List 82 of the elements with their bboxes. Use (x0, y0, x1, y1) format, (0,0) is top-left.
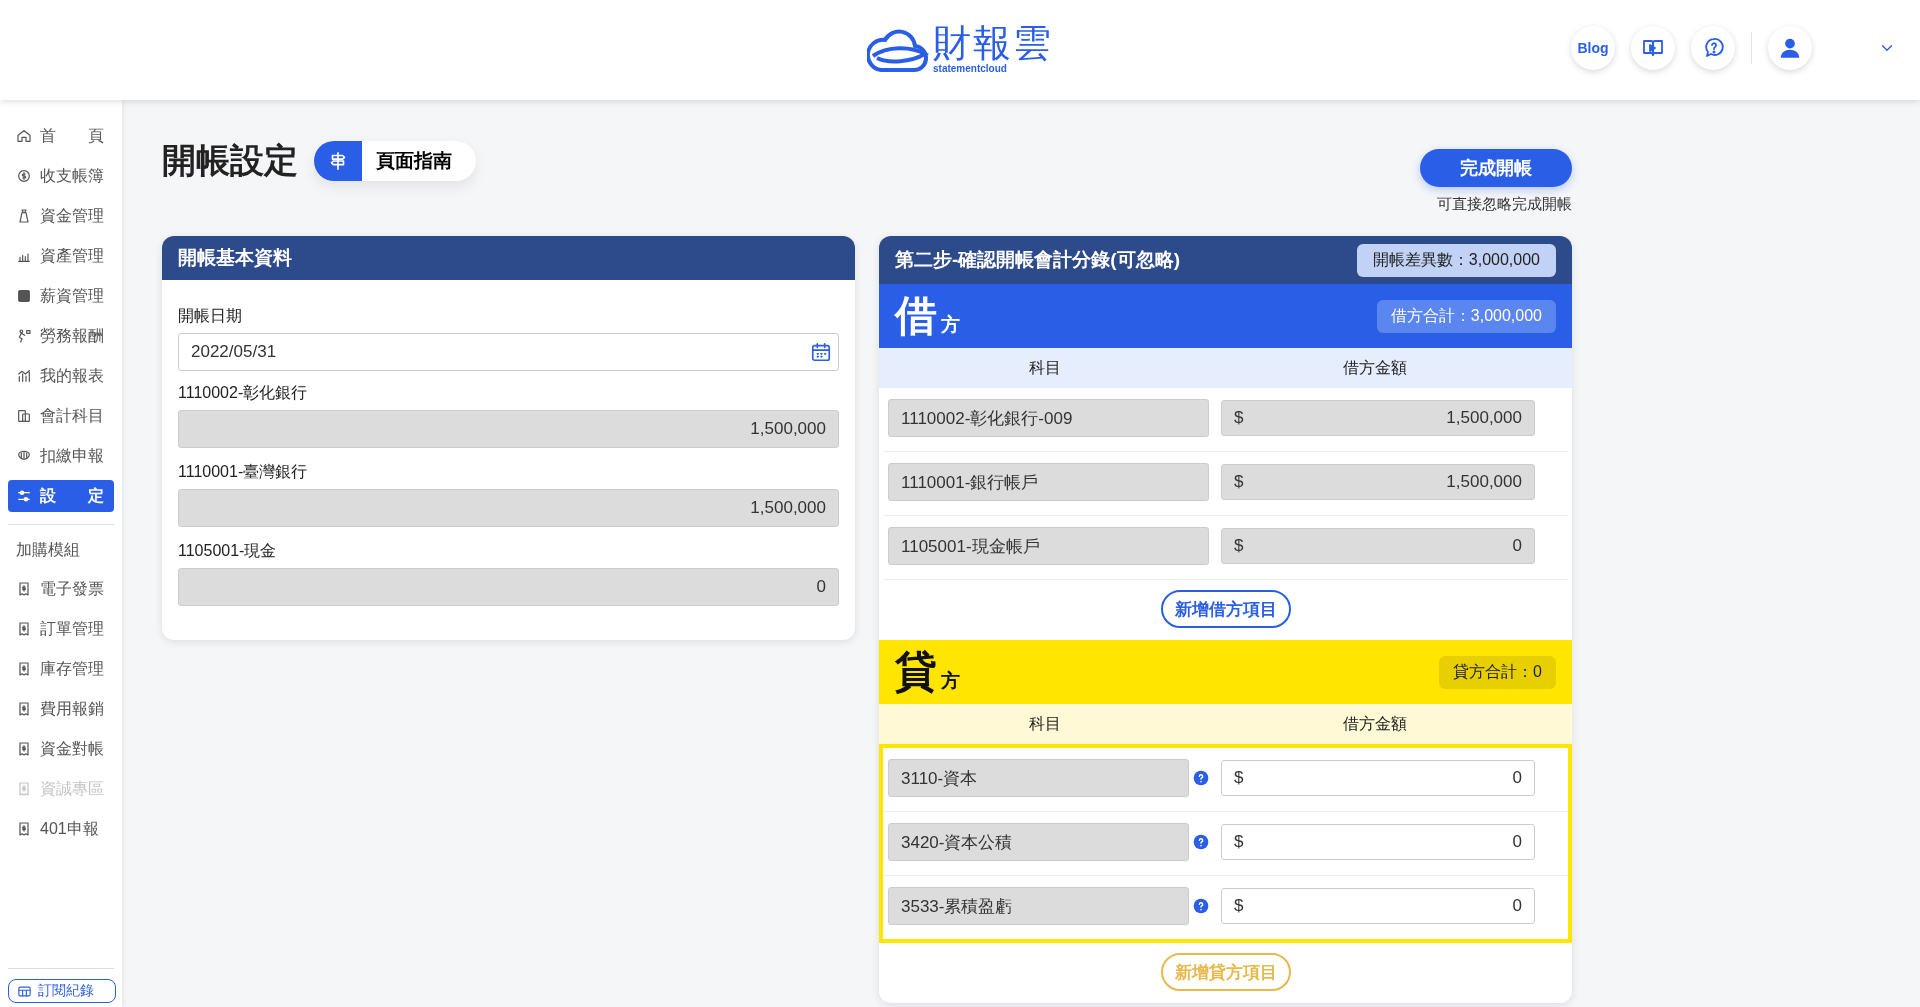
nav-item[interactable]: 設 定 (8, 480, 114, 512)
receipt-icon (16, 621, 32, 637)
help-icon (1193, 770, 1209, 786)
column-header: 借方金額 (1342, 357, 1408, 378)
logo-subtext: statementcloud (933, 63, 1007, 75)
nav-item[interactable]: 收支帳簿 (8, 160, 114, 192)
finish-button[interactable]: 完成開帳 (1420, 149, 1572, 187)
amount-field: 1,500,000 (178, 489, 839, 527)
module-item[interactable]: 資金對帳 (8, 733, 114, 765)
nav-item[interactable]: 資金管理 (8, 200, 114, 232)
amount-field: $ 1,500,000 (1221, 464, 1535, 500)
receipt-icon (16, 661, 32, 677)
section-title: 借 (895, 293, 937, 339)
account-field: 3420-資本公積 (888, 823, 1189, 861)
difference-badge: 開帳差異數：3,000,000 (1356, 243, 1556, 277)
column-header: 借方金額 (1342, 713, 1408, 734)
account-field: 3110-資本 (888, 759, 1189, 797)
account-field: 1105001-現金帳戶 (888, 527, 1209, 565)
amount-field[interactable]: $ 0 (1221, 760, 1535, 796)
nav-item[interactable]: 我的報表 (8, 360, 114, 392)
amount-field[interactable]: $ 0 (1221, 824, 1535, 860)
nav-item[interactable]: 會計科目 (8, 400, 114, 432)
module-item[interactable]: 費用報銷 (8, 693, 114, 725)
section-label: 加購模組 (15, 539, 81, 560)
receipt-icon (16, 581, 32, 597)
module-item[interactable]: 電子發票 (8, 573, 114, 605)
nav-item[interactable]: 薪資管理 (8, 280, 114, 312)
user-avatar-button[interactable] (1768, 26, 1812, 70)
account-field: 1110002-彰化銀行-009 (888, 399, 1209, 437)
amount-field[interactable]: $ 0 (1221, 888, 1535, 924)
video-book-button[interactable] (1631, 26, 1675, 70)
help-icon (1193, 898, 1209, 914)
nav-item[interactable]: 扣繳申報 (8, 440, 114, 472)
receipt-icon (16, 781, 32, 797)
page-title: 開帳設定 (162, 140, 298, 181)
nav-icon (16, 328, 32, 344)
field-label: 1110002-彰化銀行 (178, 383, 309, 403)
module-item[interactable]: 401申報 (8, 813, 114, 845)
blog-button[interactable]: Blog (1571, 26, 1615, 70)
nav-icon (16, 168, 32, 184)
date-field[interactable]: 2022/05/31 (178, 333, 839, 371)
amount-field: 0 (178, 568, 839, 606)
section-title: 貸 (895, 649, 937, 695)
nav-item[interactable]: 首 頁 (8, 120, 114, 152)
account-field: 3533-累積盈虧 (888, 887, 1189, 925)
field-label: 開帳日期 (178, 306, 243, 326)
section-subtitle: 方 (941, 313, 960, 337)
help-icon (1193, 834, 1209, 850)
total-badge: 借方合計：3,000,000 (1376, 299, 1556, 333)
module-item[interactable]: 庫存管理 (8, 653, 114, 685)
receipt-icon (16, 821, 32, 837)
total-badge: 貸方合計：0 (1439, 655, 1556, 689)
add-item-button[interactable]: 新增借方項目 (1160, 590, 1291, 628)
nav-icon (16, 488, 32, 504)
field-label: 1105001-現金 (178, 541, 278, 561)
page-guide-button[interactable]: 頁面指南 (314, 141, 476, 181)
card-title: 第二步-確認開帳會計分錄(可忽略) (895, 248, 1180, 272)
field-label: 1110001-臺灣銀行 (178, 462, 309, 482)
module-item[interactable]: 訂單管理 (8, 613, 114, 645)
receipt-icon (16, 741, 32, 757)
amount-field: $ 1,500,000 (1221, 400, 1535, 436)
logo-text: 財報雲 (933, 23, 1053, 63)
nav-icon (16, 208, 32, 224)
nav-icon (16, 288, 32, 304)
nav-icon (16, 128, 32, 144)
nav-icon (16, 368, 32, 384)
finish-hint: 可直接忽略完成開帳 (1437, 195, 1572, 214)
nav-item[interactable]: 資產管理 (8, 240, 114, 272)
section-subtitle: 方 (941, 669, 960, 693)
calendar-icon (810, 341, 832, 363)
help-chat-button[interactable] (1691, 26, 1735, 70)
column-header: 科目 (1027, 357, 1062, 378)
grid-icon (17, 983, 32, 999)
subscription-button[interactable]: 訂閱紀錄 (8, 979, 116, 1003)
receipt-icon (16, 701, 32, 717)
column-header: 科目 (1027, 713, 1062, 734)
nav-item[interactable]: 勞務報酬 (8, 320, 114, 352)
card-title: 開帳基本資料 (162, 236, 855, 280)
amount-field: $ 0 (1221, 528, 1535, 564)
nav-icon (16, 408, 32, 424)
amount-field: 1,500,000 (178, 410, 839, 448)
account-field: 1110001-銀行帳戶 (888, 463, 1209, 501)
